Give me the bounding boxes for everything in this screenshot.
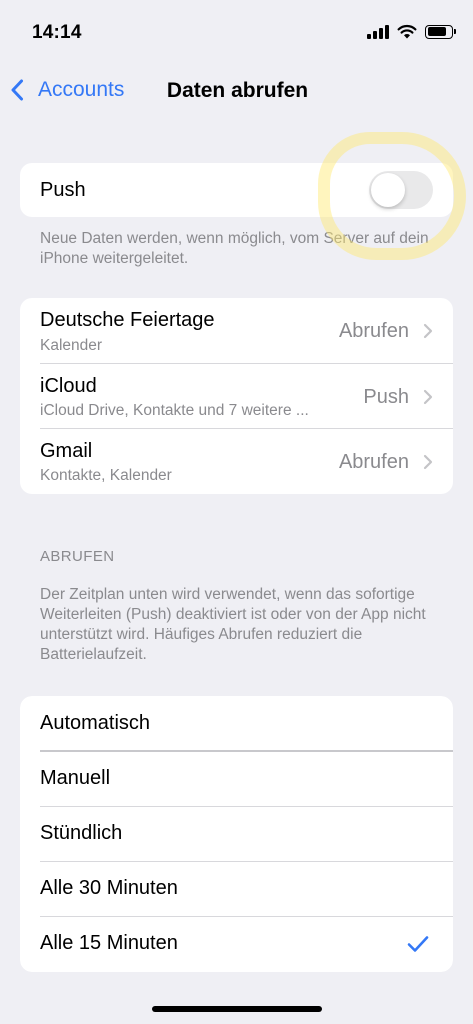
account-row[interactable]: iCloud iCloud Drive, Kontakte und 7 weit… bbox=[20, 364, 453, 429]
chevron-right-icon bbox=[423, 323, 433, 339]
status-icons bbox=[367, 24, 456, 39]
page-title: Daten abrufen bbox=[0, 79, 473, 103]
fetch-footnote: Der Zeitplan unten wird verwendet, wenn … bbox=[40, 586, 426, 663]
checkmark-icon bbox=[407, 936, 429, 952]
account-row[interactable]: Deutsche Feiertage Kalender Abrufen bbox=[20, 298, 453, 364]
fetch-option[interactable]: Alle 30 Minuten bbox=[20, 862, 453, 917]
account-name: Deutsche Feiertage bbox=[40, 309, 215, 331]
highlighter-circle-annotation bbox=[318, 132, 466, 260]
fetch-option[interactable]: Manuell bbox=[20, 752, 453, 807]
battery-icon bbox=[425, 24, 456, 39]
fetch-option-selected[interactable]: Alle 15 Minuten bbox=[20, 917, 453, 972]
accounts-card: Deutsche Feiertage Kalender Abrufen iClo… bbox=[20, 298, 453, 494]
fetch-option-label: Alle 15 Minuten bbox=[40, 932, 178, 954]
status-time: 14:14 bbox=[32, 22, 82, 43]
status-bar: 14:14 bbox=[0, 0, 473, 64]
wifi-icon bbox=[397, 24, 417, 39]
fetch-option-label: Automatisch bbox=[40, 712, 151, 734]
fetch-option[interactable]: Stündlich bbox=[20, 807, 453, 862]
chevron-right-icon bbox=[423, 389, 433, 405]
account-detail: Kalender bbox=[40, 337, 103, 354]
fetch-option-label: Alle 30 Minuten bbox=[40, 877, 178, 899]
fetch-options-card: Automatisch Manuell Stündlich Alle 30 Mi… bbox=[20, 696, 453, 972]
account-fetch-mode: Push bbox=[363, 386, 409, 408]
account-fetch-mode: Abrufen bbox=[338, 320, 409, 342]
account-fetch-mode: Abrufen bbox=[338, 451, 409, 473]
fetch-section-header: ABRUFEN bbox=[40, 548, 115, 565]
account-detail: Kontakte, Kalender bbox=[40, 467, 172, 484]
chevron-right-icon bbox=[423, 454, 433, 470]
fetch-option-label: Stündlich bbox=[40, 822, 123, 844]
account-name: Gmail bbox=[40, 440, 93, 462]
fetch-option[interactable]: Automatisch bbox=[20, 696, 453, 752]
page-title-text: Daten abrufen bbox=[166, 79, 309, 102]
home-indicator[interactable] bbox=[152, 1006, 322, 1012]
push-label: Push bbox=[40, 179, 86, 201]
navigation-bar: Accounts Daten abrufen bbox=[0, 64, 473, 118]
account-detail: iCloud Drive, Kontakte und 7 weitere ... bbox=[40, 402, 309, 419]
fetch-option-label: Manuell bbox=[40, 767, 111, 789]
account-name: iCloud bbox=[40, 375, 97, 397]
account-row[interactable]: Gmail Kontakte, Kalender Abrufen bbox=[20, 429, 453, 494]
signal-icon bbox=[367, 24, 389, 39]
